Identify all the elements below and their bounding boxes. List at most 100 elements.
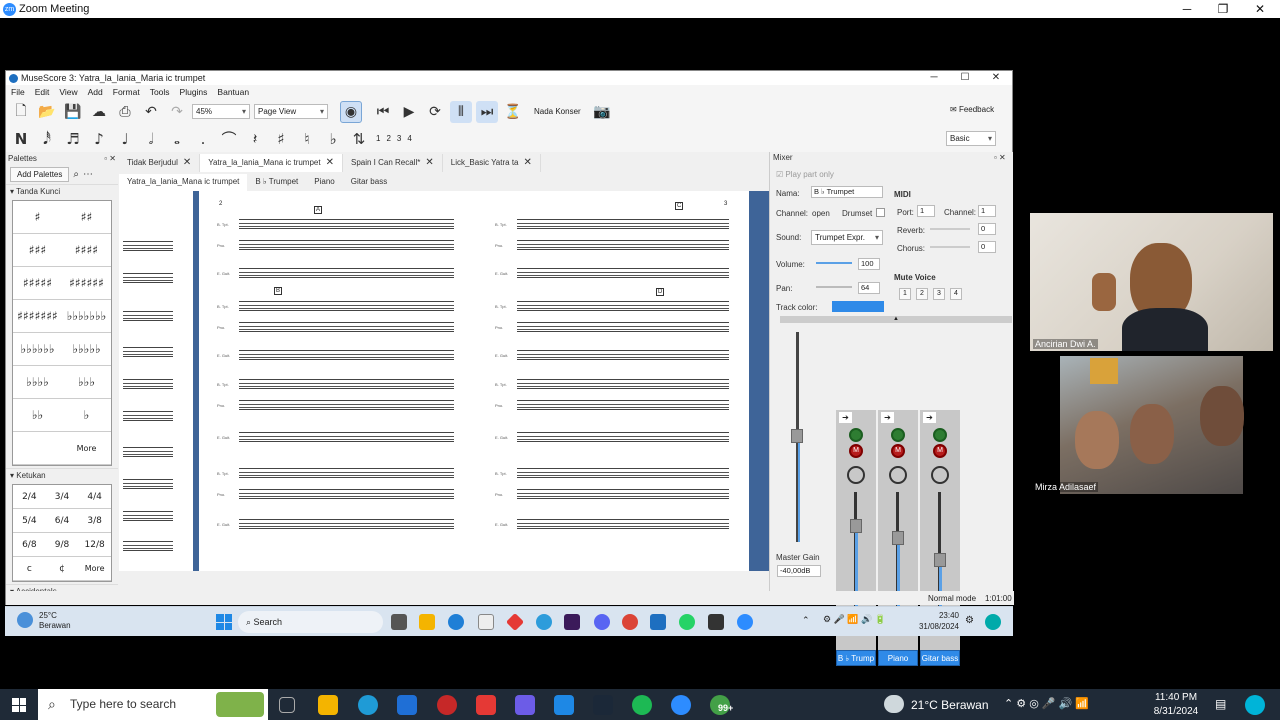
key-signature-cell[interactable]: ♭♭ (13, 399, 62, 432)
task-view-icon[interactable] (279, 697, 295, 713)
ms-close-button[interactable]: ✕ (981, 71, 1011, 85)
solo-button[interactable] (849, 428, 863, 442)
menu-file[interactable]: File (11, 87, 25, 97)
eighth-note-icon[interactable]: ♪ (88, 128, 110, 150)
palette-section-time-signatures[interactable]: ▾ Ketukan (6, 468, 118, 482)
time-signature-cell[interactable]: 9/8 (45, 533, 79, 557)
palette-section-key-signatures[interactable]: ▾ Tanda Kunci (6, 184, 118, 198)
workspace-select[interactable]: Basic (946, 131, 996, 146)
tray-chevron-icon[interactable]: ⌃ (802, 615, 810, 626)
volume-fader[interactable] (934, 553, 946, 567)
part-tab[interactable]: Piano (306, 174, 342, 191)
64th-note-icon[interactable]: 𝅘𝅥𝅰 (36, 128, 58, 150)
mute-voice-2-button[interactable]: 2 (916, 288, 928, 300)
key-signature-cell[interactable]: ♭♭♭♭♭♭♭ (62, 300, 111, 333)
voice-1-button[interactable]: 1 (376, 134, 380, 143)
expand-arrow-icon[interactable]: ➔ (881, 412, 894, 423)
redo-icon[interactable]: ↷ (166, 101, 188, 123)
zoom-task-icon[interactable] (737, 614, 753, 630)
time-signature-cell[interactable]: 3/8 (78, 509, 111, 533)
undo-icon[interactable]: ↶ (140, 101, 162, 123)
time-signature-cell[interactable]: 6/4 (45, 509, 79, 533)
sound-select[interactable]: Trumpet Expr. (811, 230, 883, 245)
score-tab[interactable]: Tidak Berjudul ✕ (119, 154, 201, 172)
loop-icon[interactable]: ⟳ (424, 101, 446, 123)
open-folder-icon[interactable]: 📂 (36, 101, 58, 123)
app-blue-icon[interactable] (536, 614, 552, 630)
play-icon[interactable]: ▶ (398, 101, 420, 123)
expand-arrow-icon[interactable]: ➔ (923, 412, 936, 423)
32nd-note-icon[interactable]: ♬ (62, 128, 84, 150)
store-icon[interactable] (478, 614, 494, 630)
quarter-note-icon[interactable]: ♩ (114, 128, 136, 150)
master-gain-field[interactable]: -40,00dB (777, 565, 821, 577)
key-signature-cell[interactable]: ♯♯♯♯♯♯♯ (13, 300, 62, 333)
discord-icon[interactable] (594, 614, 610, 630)
volume-fader[interactable] (850, 519, 862, 533)
rewind-icon[interactable]: ⏮ (372, 101, 394, 123)
volume-slider[interactable] (816, 262, 852, 264)
zoom-maximize-button[interactable]: ❐ (1205, 0, 1241, 18)
master-gain-slider[interactable] (791, 429, 803, 443)
key-signature-cell[interactable]: ♭♭♭♭♭♭ (13, 333, 62, 366)
windows-start-icon[interactable] (12, 698, 26, 712)
menu-edit[interactable]: Edit (35, 87, 50, 97)
close-tab-icon[interactable]: ✕ (524, 157, 532, 168)
file-explorer-icon[interactable] (419, 614, 435, 630)
key-signature-cell[interactable]: More (62, 432, 111, 465)
key-signature-cell[interactable]: ♯♯♯♯ (62, 234, 111, 267)
view-mode-select[interactable]: Page View (254, 104, 328, 119)
time-signature-cell[interactable]: 3/4 (45, 485, 79, 509)
premiere-icon[interactable] (564, 614, 580, 630)
camera-icon[interactable]: 📷 (591, 101, 613, 123)
musescore-task-icon[interactable] (650, 614, 666, 630)
collapse-details-bar[interactable]: ▲ (780, 316, 1012, 323)
time-signature-cell[interactable]: 5/4 (13, 509, 46, 533)
mute-voice-1-button[interactable]: 1 (899, 288, 911, 300)
save-icon[interactable]: 💾 (62, 101, 84, 123)
windows-start-icon[interactable] (216, 614, 232, 630)
copilot-icon[interactable] (1245, 695, 1265, 715)
zoom-close-button[interactable]: ✕ (1242, 0, 1278, 18)
edge-icon[interactable] (448, 614, 464, 630)
channel-name[interactable]: Piano (878, 650, 918, 666)
participant-video-2[interactable]: Mirza Adilasaef (1030, 356, 1273, 494)
mail-icon[interactable] (397, 695, 417, 715)
key-signature-cell[interactable]: ♯♯ (62, 201, 111, 234)
zoom-minimize-button[interactable]: ─ (1169, 0, 1205, 18)
key-signature-cell[interactable]: ♭♭♭♭♭ (62, 333, 111, 366)
spotify-icon[interactable] (632, 695, 652, 715)
part-tab[interactable]: Yatra_la_lania_Mana ic trumpet (119, 174, 248, 191)
mute-button[interactable]: M (933, 444, 947, 458)
reverb-slider[interactable] (930, 228, 970, 230)
menu-format[interactable]: Format (113, 87, 140, 97)
zoom-select[interactable]: 45% (192, 104, 250, 119)
steam-icon[interactable] (708, 614, 724, 630)
half-note-icon[interactable]: 𝅗𝅥 (140, 128, 162, 150)
mute-voice-3-button[interactable]: 3 (933, 288, 945, 300)
volume-fader[interactable] (892, 531, 904, 545)
channel-name[interactable]: B ♭ Trump (836, 650, 876, 666)
more-options-icon[interactable]: ⋯ (83, 169, 93, 180)
natural-icon[interactable]: ♮ (296, 128, 318, 150)
channel-name[interactable]: Gitar bass (920, 650, 960, 666)
note-input-mode-icon[interactable]: ◉ (340, 100, 362, 123)
feedback-button[interactable]: ✉ Feedback (950, 105, 994, 114)
key-signature-cell[interactable]: ♯♯♯♯♯♯ (62, 267, 111, 300)
key-signature-cell[interactable]: ♭♭♭♭ (13, 366, 62, 399)
add-palettes-button[interactable]: Add Palettes (10, 167, 70, 182)
print-icon[interactable]: ⎙ (114, 101, 136, 123)
key-signature-cell[interactable]: ♯♯♯♯♯ (13, 267, 62, 300)
mute-voice-4-button[interactable]: 4 (950, 288, 962, 300)
chorus-field[interactable]: 0 (978, 241, 996, 253)
rest-icon[interactable]: 𝄽 (244, 128, 266, 150)
key-signature-cell[interactable]: ♯ (13, 201, 62, 234)
flip-direction-icon[interactable]: ⇅ (348, 128, 370, 150)
metronome-icon[interactable]: ⏳ (502, 101, 524, 123)
dot-icon[interactable]: . (192, 128, 214, 150)
voice-4-button[interactable]: 4 (407, 134, 411, 143)
mute-button[interactable]: M (891, 444, 905, 458)
solo-button[interactable] (933, 428, 947, 442)
menu-add[interactable]: Add (88, 87, 103, 97)
key-signature-cell[interactable]: ♭♭♭ (62, 366, 111, 399)
